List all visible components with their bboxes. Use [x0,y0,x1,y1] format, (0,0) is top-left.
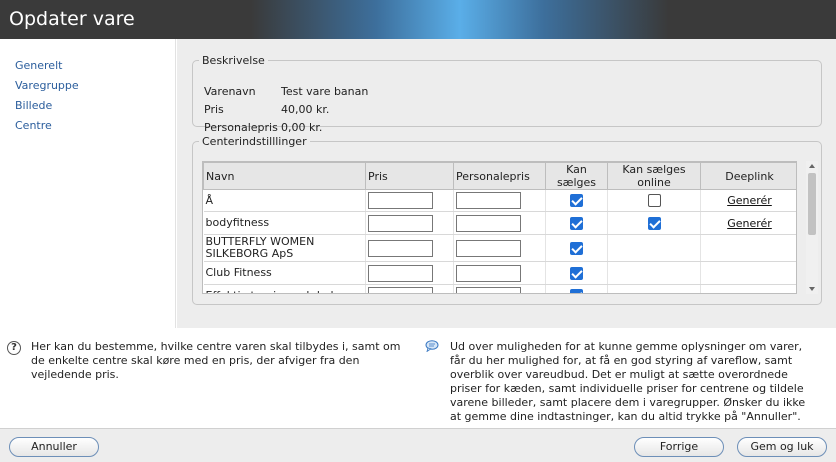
col-header-kan-saelges[interactable]: Kan sælges [545,162,608,190]
sidebar-item-billede[interactable]: Billede [15,99,52,112]
center-settings-section: Centerindstilllinger Navn Pris Personale… [192,135,822,305]
sidebar-item-generelt[interactable]: Generelt [15,59,62,72]
kan-saelges-checkbox[interactable] [570,194,583,208]
pris-cell [365,211,454,235]
pris-cell [365,284,454,293]
save-close-button[interactable]: Gem og luk [737,437,827,457]
deeplink-cell: Generér [700,189,796,212]
personalepris-input[interactable] [456,287,521,293]
pris-input[interactable] [368,287,433,293]
deeplink-cell: Generér [700,211,796,235]
kan-saelges-online-checkbox[interactable] [647,194,661,208]
deeplink-cell [700,284,796,293]
col-header-kan-saelges-online[interactable]: Kan sælges online [607,162,701,190]
main-panel: Beskrivelse Varenavn Test vare banan Pri… [177,39,836,328]
title-bar: Opdater vare [0,0,836,39]
table-row: Club Fitness [203,261,796,285]
table-row: Effektiv traning och halsa [203,284,796,293]
sidebar-item-centre[interactable]: Centre [15,119,52,132]
footer-bar: Annuller Forrige Gem og luk [0,428,836,462]
sidebar: Generelt Varegruppe Billede Centre [0,39,176,328]
personalepris-input[interactable] [456,214,521,232]
kan-saelges-cell [545,211,608,235]
personalepris-value: 0,00 kr. [281,121,323,134]
kan-saelges-checkbox[interactable] [570,216,583,230]
centers-grid: Navn Pris Personalepris Kan sælges Kan s… [202,161,797,294]
personalepris-label: Personalepris [204,121,278,134]
personalepris-cell [453,211,546,235]
pris-cell [365,261,454,285]
table-row: BUTTERFLY WOMEN SILKEBORG ApS [203,234,796,262]
personalepris-cell [453,189,546,212]
kan-saelges-online-cell [607,189,701,212]
center-name: Å [203,189,366,212]
center-name: Club Fitness [203,261,366,285]
kan-saelges-online-checkbox[interactable] [647,216,661,230]
speech-bubble-icon [425,340,439,352]
deeplink-cell [700,261,796,285]
varenavn-value: Test vare banan [281,85,369,98]
kan-saelges-checkbox[interactable] [570,266,583,280]
question-circle-icon: ? [7,341,21,355]
deeplink-cell [700,234,796,262]
personalepris-cell [453,284,546,293]
deeplink-generate-link[interactable]: Generér [727,217,772,230]
grid-scrollbar[interactable] [806,161,818,294]
col-header-personalepris[interactable]: Personalepris [453,162,546,190]
description-legend: Beskrivelse [202,54,265,67]
personalepris-input[interactable] [456,192,521,209]
help-text-left: Her kan du bestemme, hvilke centre varen… [31,340,401,381]
center-name: bodyfitness [203,211,366,235]
help-area: ? Her kan du bestemme, hvilke centre var… [0,328,836,428]
center-name: BUTTERFLY WOMEN SILKEBORG ApS [203,234,366,262]
kan-saelges-cell [545,261,608,285]
sidebar-item-varegruppe[interactable]: Varegruppe [15,79,79,92]
kan-saelges-cell [545,284,608,293]
help-text-right: Ud over muligheden for at kunne gemme op… [450,340,806,423]
pris-value: 40,00 kr. [281,103,330,116]
varenavn-label: Varenavn [204,85,256,98]
pris-label: Pris [204,103,224,116]
pris-input[interactable] [368,214,433,232]
col-header-navn[interactable]: Navn [203,162,366,190]
personalepris-cell [453,234,546,262]
personalepris-input[interactable] [456,264,521,282]
center-name: Effektiv traning och halsa [203,284,366,293]
kan-saelges-checkbox[interactable] [570,289,583,293]
col-header-pris[interactable]: Pris [365,162,454,190]
personalepris-input[interactable] [456,239,521,257]
center-settings-legend: Centerindstilllinger [202,135,307,148]
scroll-down-icon[interactable] [809,287,815,291]
window-title: Opdater vare [9,8,135,30]
cancel-button[interactable]: Annuller [9,437,99,457]
pris-input[interactable] [368,239,433,257]
previous-button[interactable]: Forrige [634,437,724,457]
pris-input[interactable] [368,264,433,282]
pris-cell [365,234,454,262]
kan-saelges-online-cell [607,284,701,293]
kan-saelges-cell [545,189,608,212]
deeplink-generate-link[interactable]: Generér [727,194,772,207]
kan-saelges-cell [545,234,608,262]
scroll-up-icon[interactable] [809,164,815,168]
scroll-thumb[interactable] [808,173,816,235]
col-header-deeplink[interactable]: Deeplink [700,162,796,190]
description-section: Beskrivelse Varenavn Test vare banan Pri… [192,54,822,134]
pris-cell [365,189,454,212]
table-row: bodyfitness Generér [203,211,796,235]
kan-saelges-online-cell [607,234,701,262]
pris-input[interactable] [368,192,433,209]
kan-saelges-online-cell [607,261,701,285]
personalepris-cell [453,261,546,285]
table-row: Å Generér [203,189,796,212]
kan-saelges-online-cell [607,211,701,235]
kan-saelges-checkbox[interactable] [570,241,583,255]
